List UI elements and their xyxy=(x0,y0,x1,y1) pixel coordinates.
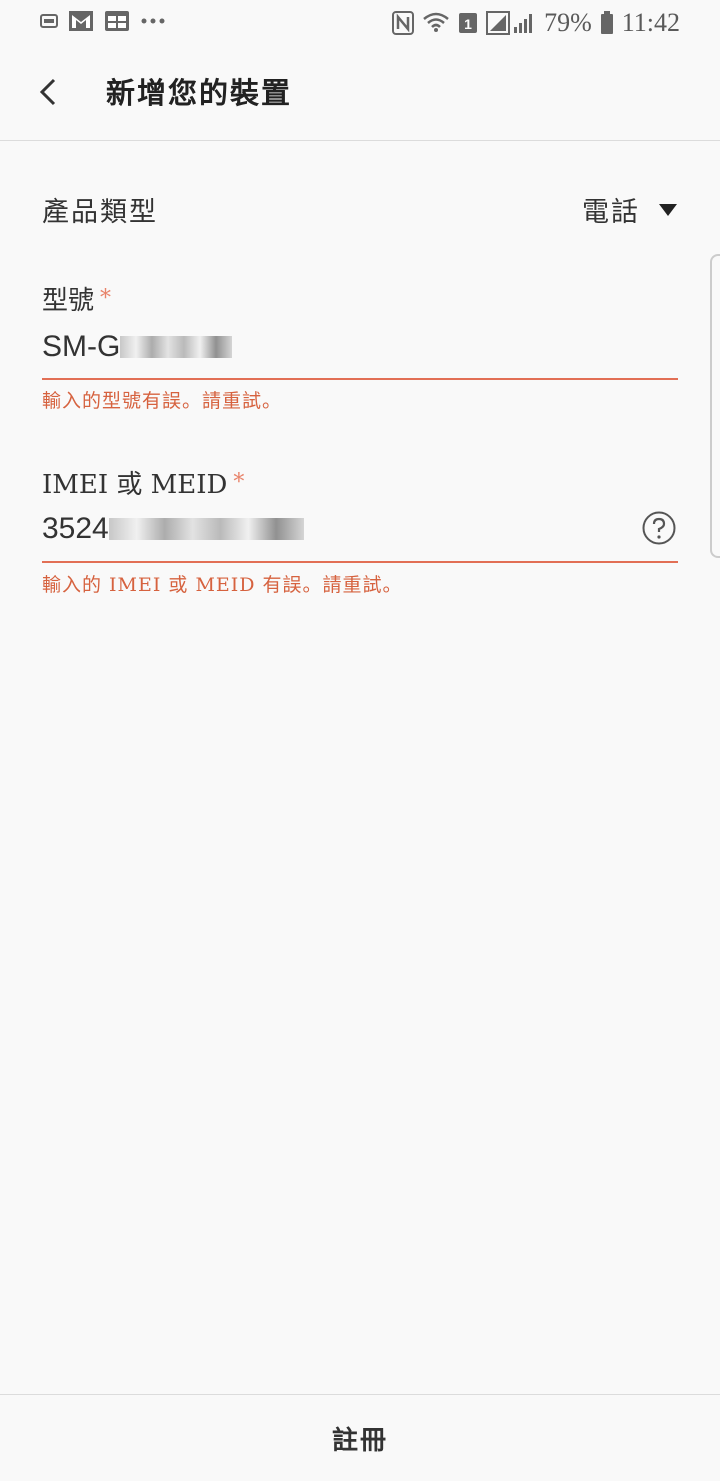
imei-input[interactable]: 3524 xyxy=(42,512,304,546)
redacted-text xyxy=(108,518,304,540)
redacted-text xyxy=(120,336,233,358)
page-title: 新增您的裝置 xyxy=(106,76,293,110)
help-circle-icon xyxy=(642,511,676,545)
more-dots-icon xyxy=(141,18,165,24)
gallery-icon xyxy=(40,14,58,28)
gmail-icon xyxy=(69,11,93,31)
bottom-bar: 註冊 xyxy=(0,1394,720,1481)
imei-input-underline xyxy=(42,561,678,563)
imei-error-text: 輸入的 IMEI 或 MEID 有誤。請重試。 xyxy=(42,574,403,596)
sim1-icon: 1 xyxy=(459,13,478,33)
status-bar: 1 79% 11:42 xyxy=(0,0,720,44)
model-field: 型號 * SM-G 輸入的型號有誤。請重試。 xyxy=(42,280,678,412)
svg-text:1: 1 xyxy=(464,16,472,32)
signal-icon xyxy=(486,11,533,35)
calendar-icon xyxy=(105,11,129,31)
app-bar: 新增您的裝置 xyxy=(0,44,720,141)
battery-icon xyxy=(600,11,613,34)
model-error-text: 輸入的型號有誤。請重試。 xyxy=(42,390,283,412)
product-type-dropdown[interactable]: 電話 xyxy=(582,190,678,229)
product-type-row: 產品類型 電話 xyxy=(42,188,678,232)
required-mark: * xyxy=(100,286,112,311)
back-button[interactable] xyxy=(30,72,70,112)
product-type-label: 產品類型 xyxy=(42,197,158,228)
model-field-label: 型號 * xyxy=(42,286,112,316)
battery-percent: 79% xyxy=(544,8,592,37)
nfc-icon xyxy=(392,11,415,35)
imei-field-label: IMEI 或 MEID * xyxy=(42,470,245,500)
edge-panel-handle[interactable] xyxy=(710,254,720,558)
imei-field: IMEI 或 MEID * 3524 輸入的 IMEI 或 MEID 有誤。請重試… xyxy=(42,464,678,596)
required-mark: * xyxy=(233,470,245,495)
notification-icons xyxy=(40,10,166,32)
clock: 11:42 xyxy=(621,8,680,37)
wifi-icon xyxy=(423,12,449,32)
product-type-value: 電話 xyxy=(582,197,640,228)
help-button[interactable] xyxy=(642,511,676,545)
model-input[interactable]: SM-G xyxy=(42,330,233,364)
register-button[interactable]: 註冊 xyxy=(0,1395,720,1481)
dropdown-arrow-icon xyxy=(659,203,677,216)
system-icons: 1 79% 11:42 xyxy=(392,8,680,38)
back-arrow-icon xyxy=(39,78,56,106)
model-input-underline xyxy=(42,378,678,380)
